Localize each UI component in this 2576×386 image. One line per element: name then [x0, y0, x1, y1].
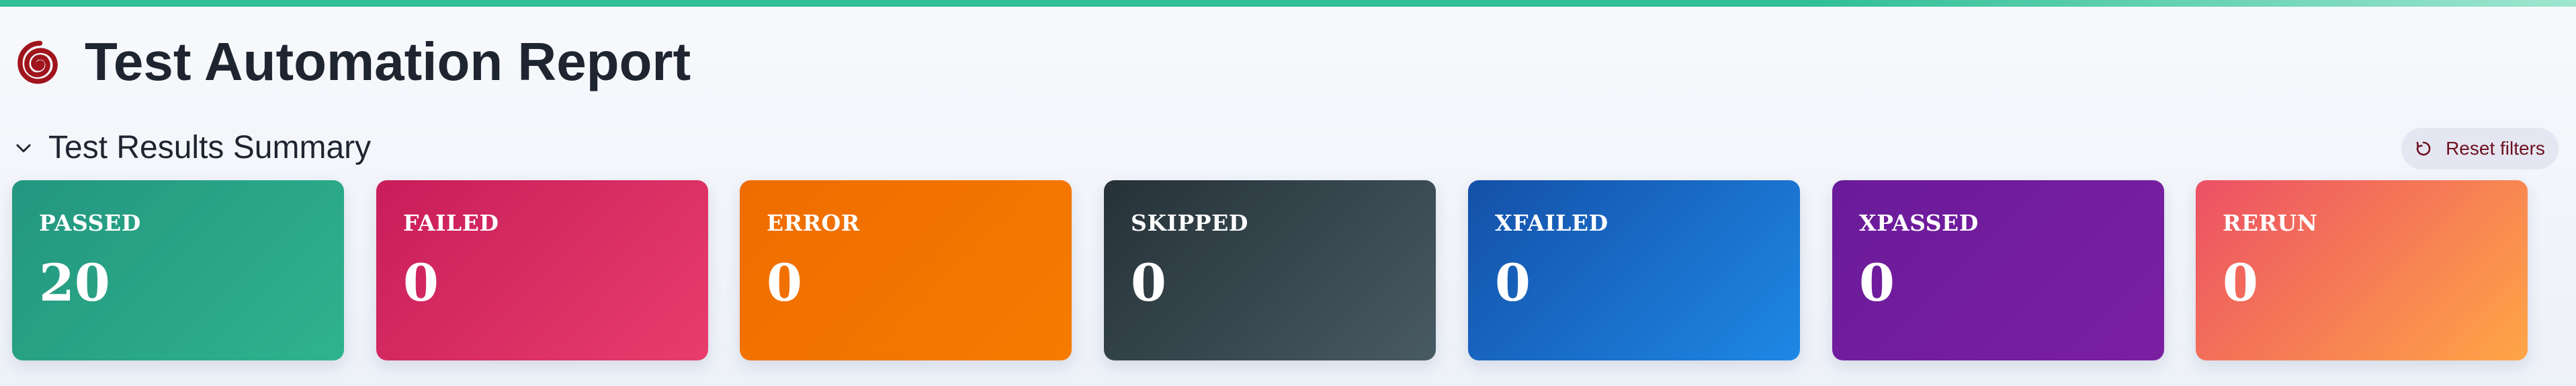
summary-card-passed[interactable]: PASSED 20: [12, 180, 344, 360]
summary-title: Test Results Summary: [48, 130, 372, 165]
card-label: XPASSED: [1859, 210, 1979, 236]
summary-card-xfailed[interactable]: XFAILED 0: [1468, 180, 1800, 360]
card-count: 20: [39, 253, 110, 313]
card-label: PASSED: [39, 210, 141, 236]
card-label: FAILED: [403, 210, 499, 236]
card-count: 0: [1859, 253, 1895, 313]
summary-card-error[interactable]: ERROR 0: [740, 180, 1072, 360]
reset-refresh-icon: [2416, 141, 2431, 156]
card-label: RERUN: [2223, 210, 2318, 236]
page-title: Test Automation Report: [85, 32, 691, 91]
card-count: 0: [403, 253, 439, 313]
card-label: SKIPPED: [1131, 210, 1248, 236]
top-accent-bar: [0, 0, 2576, 7]
card-count: 0: [2223, 253, 2258, 313]
summary-section-toggle[interactable]: Test Results Summary: [13, 128, 371, 168]
card-count: 0: [1131, 253, 1166, 313]
summary-card-rerun[interactable]: RERUN 0: [2196, 180, 2528, 360]
card-count: 0: [1495, 253, 1531, 313]
card-count: 0: [767, 253, 802, 313]
summary-card-failed[interactable]: FAILED 0: [376, 180, 708, 360]
summary-card-xpassed[interactable]: XPASSED 0: [1832, 180, 2164, 360]
chevron-down-icon: [16, 144, 31, 153]
summary-card-skipped[interactable]: SKIPPED 0: [1104, 180, 1436, 360]
reset-filters-button[interactable]: Reset filters: [2401, 128, 2559, 169]
card-label: XFAILED: [1495, 210, 1608, 236]
reset-filters-label: Reset filters: [2446, 138, 2545, 159]
spiral-logo-icon: [17, 40, 58, 84]
card-label: ERROR: [767, 210, 860, 236]
